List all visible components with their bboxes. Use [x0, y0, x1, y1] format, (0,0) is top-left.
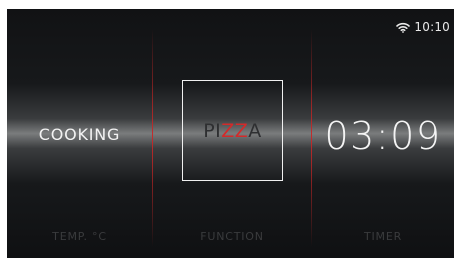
divider-left — [152, 29, 153, 247]
timer-value[interactable]: 03:09 — [312, 114, 454, 158]
oven-display: 10:10 COOKING PIZZA 03:09 TEMP. °C FUNCT… — [7, 9, 454, 258]
function-name-part-3: A — [248, 119, 262, 142]
function-name-part-2: ZZ — [221, 119, 249, 142]
function-name-part-1: PI — [203, 119, 222, 142]
mode-label[interactable]: COOKING — [7, 125, 152, 144]
status-bar: 10:10 — [396, 20, 450, 34]
function-label: FUNCTION — [200, 230, 264, 243]
temp-label: TEMP. °C — [52, 230, 107, 243]
timer-label: TIMER — [363, 230, 403, 243]
function-selector[interactable]: PIZZA — [182, 80, 283, 181]
clock-time: 10:10 — [414, 20, 450, 34]
wifi-icon — [396, 22, 411, 33]
function-name: PIZZA — [203, 120, 262, 142]
